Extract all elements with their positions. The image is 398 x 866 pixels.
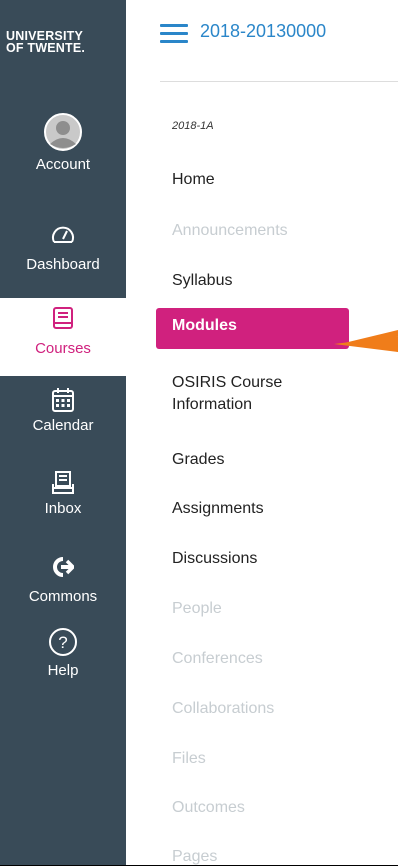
course-nav-syllabus[interactable]: Syllabus — [172, 272, 232, 290]
nav-courses[interactable]: Courses — [0, 298, 126, 376]
course-nav-outcomes: Outcomes — [172, 799, 245, 816]
nav-help-label: Help — [47, 662, 79, 679]
course-nav-home[interactable]: Home — [172, 171, 215, 189]
nav-dashboard[interactable]: Dashboard — [0, 222, 126, 273]
hamburger-menu-icon[interactable] — [160, 24, 188, 44]
avatar-icon — [44, 113, 82, 151]
course-nav-assignments[interactable]: Assignments — [172, 500, 264, 518]
course-nav-modules[interactable]: Modules — [156, 308, 349, 349]
nav-calendar[interactable]: Calendar — [0, 387, 126, 434]
course-nav-pages: Pages — [172, 848, 218, 865]
logo-line2: OF TWENTE. — [6, 41, 86, 55]
header-divider — [160, 81, 398, 82]
course-nav-conferences: Conferences — [172, 650, 263, 667]
calendar-icon — [52, 388, 74, 412]
nav-commons[interactable]: Commons — [0, 556, 126, 605]
course-nav-discussions[interactable]: Discussions — [172, 550, 257, 568]
nav-inbox[interactable]: Inbox — [0, 470, 126, 517]
nav-help[interactable]: ? Help — [0, 626, 126, 679]
nav-dashboard-label: Dashboard — [26, 256, 100, 273]
course-nav-collaborations: Collaborations — [172, 700, 275, 717]
course-nav-grades[interactable]: Grades — [172, 451, 224, 469]
book-icon — [53, 307, 73, 329]
nav-commons-label: Commons — [28, 588, 98, 605]
course-nav-panel: 2018-20130000 2018-1A Home Announcements… — [126, 0, 398, 865]
global-nav: UNIVERSITY OF TWENTE. Account Dashboard … — [0, 0, 126, 865]
nav-inbox-label: Inbox — [44, 500, 82, 517]
dashboard-gauge-icon — [52, 226, 74, 243]
commons-arrow-icon — [53, 557, 74, 577]
course-nav-osiris-info[interactable]: OSIRIS Course Information — [172, 372, 342, 416]
course-nav-announcements: Announcements — [172, 222, 288, 239]
nav-account-label: Account — [35, 156, 91, 173]
nav-account[interactable]: Account — [0, 112, 126, 173]
help-circle-icon: ? — [49, 628, 77, 656]
nav-courses-label: Courses — [35, 340, 91, 357]
breadcrumb-course-code[interactable]: 2018-20130000 — [200, 21, 326, 42]
svg-text:?: ? — [58, 633, 67, 652]
course-nav-people: People — [172, 600, 222, 617]
course-term: 2018-1A — [172, 120, 214, 132]
course-nav-files: Files — [172, 750, 206, 767]
inbox-icon — [52, 471, 74, 494]
university-logo[interactable]: UNIVERSITY OF TWENTE. — [6, 30, 116, 55]
nav-calendar-label: Calendar — [32, 417, 94, 434]
